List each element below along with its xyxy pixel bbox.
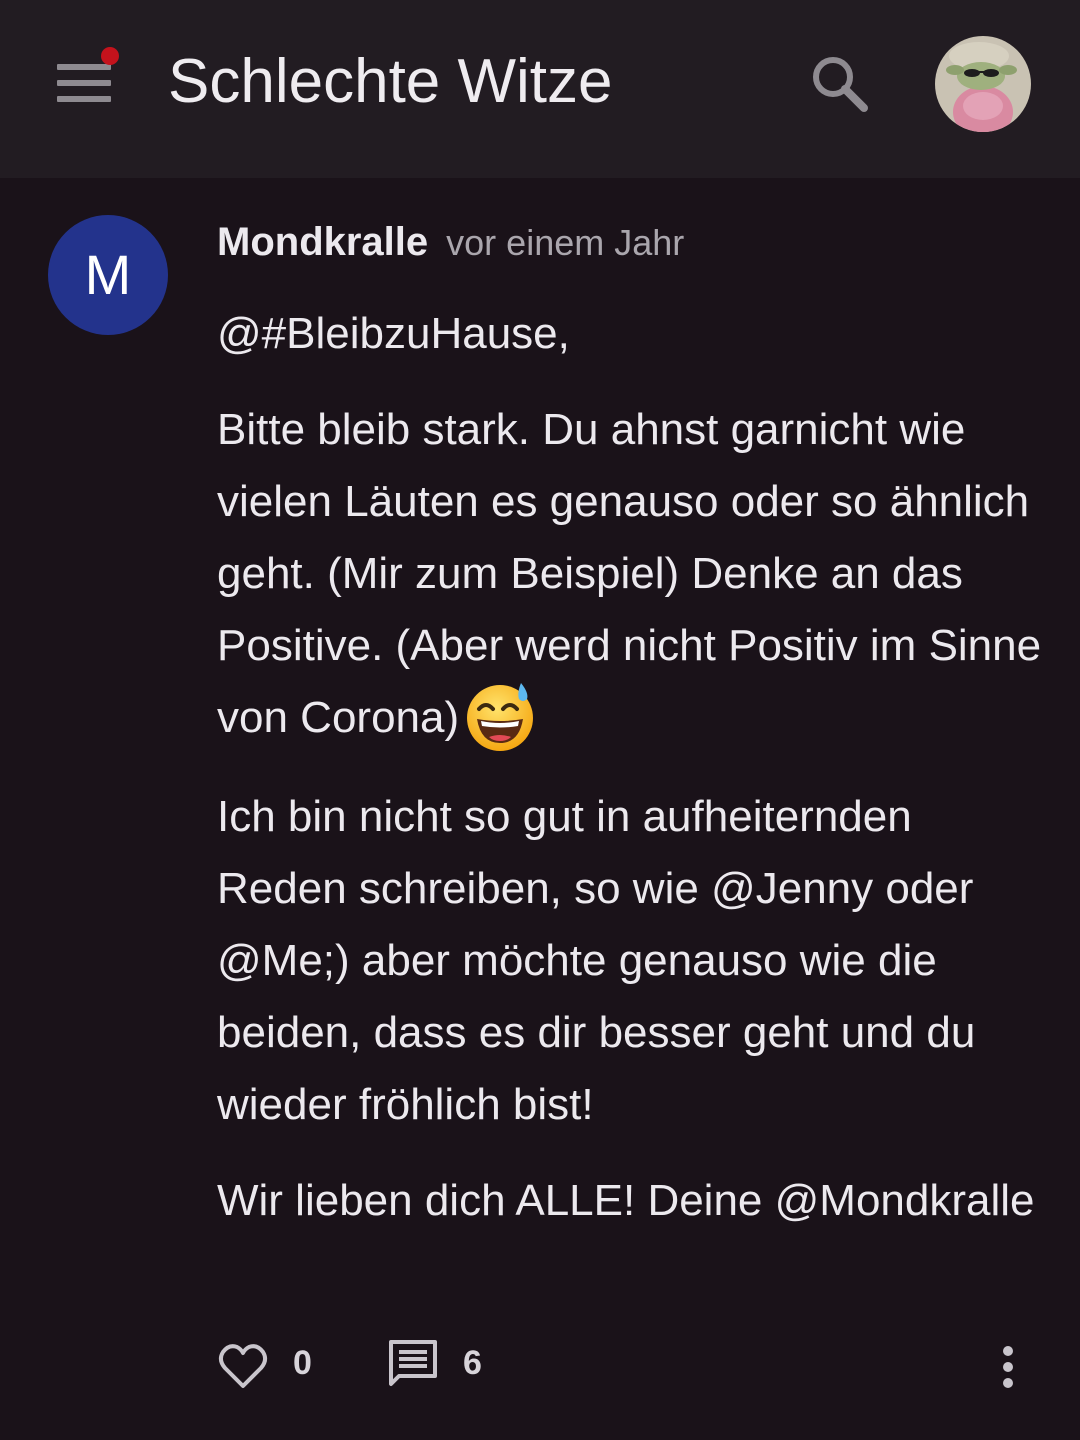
comment-paragraph: Ich bin nicht so gut in aufheiternden Re…: [217, 792, 976, 1130]
profile-avatar[interactable]: [935, 36, 1031, 132]
comment-paragraph: Bitte bleib stark. Du ahnst garnicht wie…: [217, 394, 1047, 757]
comment-paragraph-text: Bitte bleib stark. Du ahnst garnicht wie…: [217, 405, 1042, 742]
profile-avatar-image: [935, 36, 1031, 132]
comment-paragraph: Wir lieben dich ALLE! Deine @Mondkralle: [217, 1176, 1035, 1226]
search-icon: [813, 57, 868, 112]
like-button[interactable]: [215, 1338, 271, 1394]
menu-button[interactable]: [44, 47, 124, 118]
page-title: Schlechte Witze: [168, 47, 613, 116]
reply-button[interactable]: [385, 1336, 441, 1392]
heart-icon: [218, 1344, 268, 1388]
comment-body: @#BleibzuHause, Bitte bleib stark. Du ah…: [217, 298, 1047, 1261]
comment-header: Mondkralle vor einem Jahr: [217, 220, 684, 270]
more-options-button[interactable]: [988, 1340, 1028, 1394]
comment-timestamp: vor einem Jahr: [446, 222, 685, 263]
search-button[interactable]: [800, 44, 880, 124]
reply-count: 6: [463, 1344, 482, 1382]
like-count: 0: [293, 1344, 312, 1382]
app-bar: Schlechte Witze: [0, 0, 1080, 178]
comment-actions: 0 6: [0, 1330, 1080, 1400]
comment-avatar[interactable]: M: [48, 215, 168, 335]
author-name[interactable]: Mondkralle: [217, 220, 428, 264]
grinning-face-with-sweat-emoji: [467, 683, 534, 752]
comment-icon: [389, 1340, 437, 1386]
notification-dot: [101, 47, 119, 65]
comment-paragraph: @#BleibzuHause,: [217, 309, 570, 358]
